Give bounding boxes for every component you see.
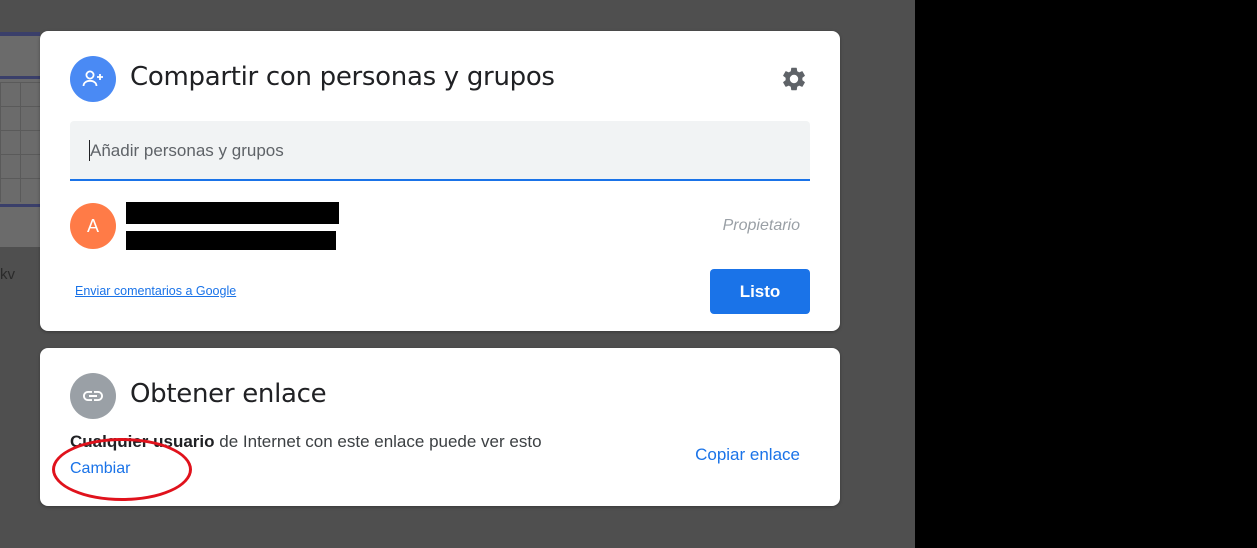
gear-icon[interactable] <box>778 63 810 95</box>
redacted-owner-name <box>126 202 339 224</box>
send-feedback-link[interactable]: Enviar comentarios a Google <box>75 284 236 298</box>
owner-row: A Propietario <box>70 202 810 251</box>
background-partial-text: kv <box>0 266 15 283</box>
link-icon <box>70 373 116 419</box>
change-access-link[interactable]: Cambiar <box>70 460 130 478</box>
person-add-icon <box>70 56 116 102</box>
add-people-field[interactable] <box>70 121 810 181</box>
copy-link-button[interactable]: Copiar enlace <box>695 445 800 465</box>
link-access-description: Cualquier usuario de Internet con este e… <box>70 432 542 452</box>
access-detail: de Internet con este enlace puede ver es… <box>214 432 542 451</box>
background-spreadsheet-thumbnail <box>0 32 40 247</box>
redacted-owner-email <box>126 231 336 250</box>
share-dialog-title: Compartir con personas y grupos <box>130 62 555 92</box>
add-people-input[interactable] <box>88 121 792 181</box>
get-link-title: Obtener enlace <box>130 379 327 409</box>
get-link-dialog: Obtener enlace Cualquier usuario de Inte… <box>40 348 840 506</box>
text-cursor <box>89 140 90 161</box>
share-dialog: Compartir con personas y grupos A Propie… <box>40 31 840 331</box>
owner-role-label: Propietario <box>722 217 800 234</box>
done-button[interactable]: Listo <box>710 269 810 314</box>
access-audience: Cualquier usuario <box>70 432 215 451</box>
avatar: A <box>70 203 116 249</box>
